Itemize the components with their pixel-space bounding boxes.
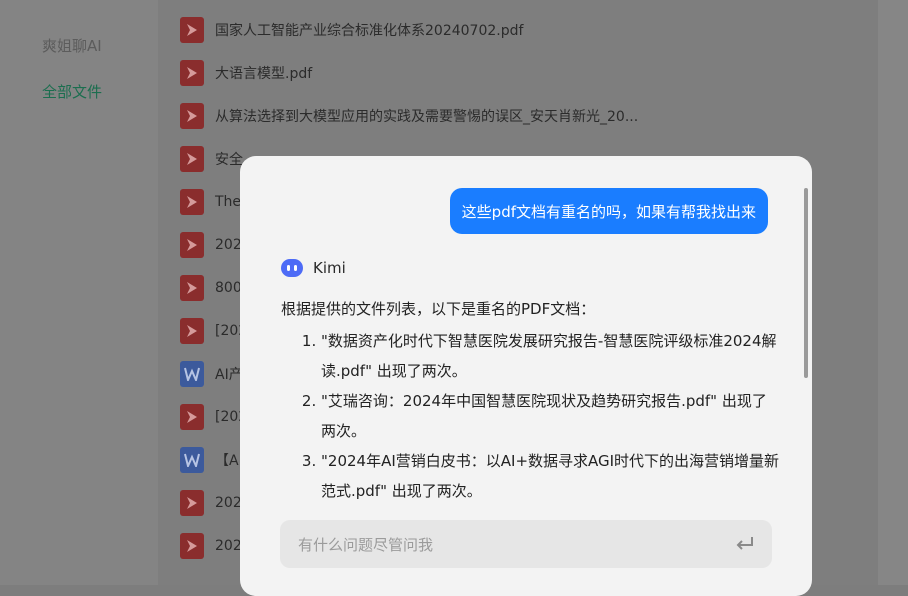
pdf-file-icon	[180, 404, 204, 430]
sidebar-item-shuangjie-ai[interactable]: 爽姐聊AI	[42, 35, 102, 56]
pdf-file-icon	[180, 146, 204, 172]
kimi-avatar-icon	[281, 259, 303, 277]
file-row[interactable]: 国家人工智能产业综合标准化体系20240702.pdf	[180, 15, 523, 45]
file-name: 大语言模型.pdf	[215, 66, 313, 82]
chat-input[interactable]	[296, 520, 720, 570]
file-name: AI产	[215, 367, 243, 383]
bot-name: Kimi	[313, 259, 346, 277]
reply-list-item: "2024年AI营销白皮书：以AI+数据寻求AGI时代下的出海营销增量新范式.p…	[321, 446, 781, 506]
file-name: The	[215, 194, 242, 210]
bot-header: Kimi	[281, 259, 346, 277]
file-row[interactable]: AI产	[180, 359, 243, 389]
word-file-icon	[180, 361, 204, 387]
file-name: 800	[215, 280, 242, 296]
reply-list-item: "数据资产化时代下智慧医院发展研究报告-智慧医院评级标准2024解读.pdf" …	[321, 326, 781, 386]
pdf-file-icon	[180, 275, 204, 301]
file-row[interactable]: 大语言模型.pdf	[180, 58, 312, 88]
pdf-file-icon	[180, 232, 204, 258]
file-row[interactable]: 从算法选择到大模型应用的实践及需要警惕的误区_安天肖新光_20...	[180, 101, 638, 131]
enter-send-icon[interactable]	[734, 534, 756, 554]
sidebar-item-all-files[interactable]: 全部文件	[42, 81, 102, 102]
file-row[interactable]: 【AI	[180, 445, 243, 475]
chat-modal: 这些pdf文档有重名的吗，如果有帮我找出来 Kimi 根据提供的文件列表，以下是…	[240, 156, 812, 596]
file-row[interactable]: The	[180, 187, 241, 217]
reply-intro: 根据提供的文件列表，以下是重名的PDF文档：	[281, 300, 596, 318]
pdf-file-icon	[180, 60, 204, 86]
reply-list: "数据资产化时代下智慧医院发展研究报告-智慧医院评级标准2024解读.pdf" …	[281, 326, 781, 506]
file-row[interactable]: [202	[180, 402, 247, 432]
file-name: 国家人工智能产业综合标准化体系20240702.pdf	[215, 23, 524, 39]
pdf-file-icon	[180, 490, 204, 516]
word-file-icon	[180, 447, 204, 473]
pdf-file-icon	[180, 17, 204, 43]
file-row[interactable]: 800	[180, 273, 242, 303]
file-name: 从算法选择到大模型应用的实践及需要警惕的误区_安天肖新光_20...	[215, 109, 639, 125]
file-name: 【AI	[215, 453, 243, 469]
pdf-file-icon	[180, 189, 204, 215]
file-row[interactable]: [202	[180, 316, 247, 346]
pdf-file-icon	[180, 533, 204, 559]
chat-scrollbar[interactable]	[804, 188, 808, 378]
chat-input-bar	[280, 520, 772, 570]
list-scroll-area	[878, 0, 908, 585]
user-message-bubble: 这些pdf文档有重名的吗，如果有帮我找出来	[449, 188, 768, 234]
reply-list-item: "艾瑞咨询：2024年中国智慧医院现状及趋势研究报告.pdf" 出现了两次。	[321, 386, 781, 446]
pdf-file-icon	[180, 318, 204, 344]
file-row[interactable]: 安全	[180, 144, 243, 174]
file-name: 安全	[215, 152, 243, 168]
pdf-file-icon	[180, 103, 204, 129]
left-sidebar: 爽姐聊AI 全部文件	[0, 0, 158, 585]
bot-reply: 根据提供的文件列表，以下是重名的PDF文档： "数据资产化时代下智慧医院发展研究…	[281, 294, 781, 506]
